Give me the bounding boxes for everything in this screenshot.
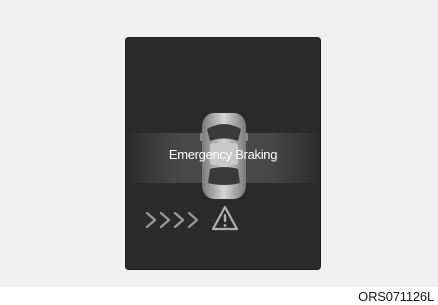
emergency-braking-message: Emergency Braking [168,147,278,162]
chevron-right-icon [145,211,199,229]
figure-code: ORS071126L [358,289,434,304]
warning-triangle-icon [211,205,239,231]
cluster-display: Emergency Braking [125,37,321,270]
figure-frame: Emergency Braking [0,0,438,287]
